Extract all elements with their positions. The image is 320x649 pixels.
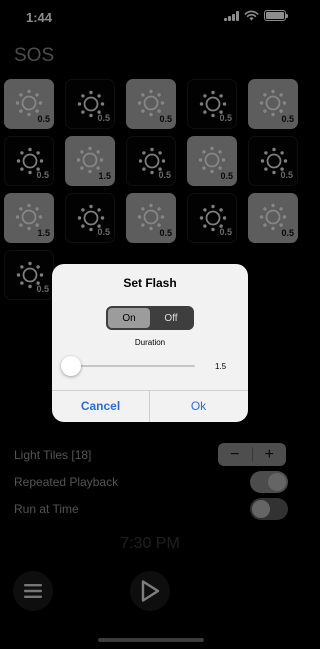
duration-slider-thumb[interactable] [61,356,82,376]
segment-on[interactable]: On [108,308,150,328]
set-flash-dialog: Set Flash On Off Duration 1.5 Cancel Ok [52,264,248,422]
cancel-button[interactable]: Cancel [52,390,149,422]
duration-label: Duration [134,338,166,347]
dialog-title: Set Flash [123,276,177,290]
duration-slider-track[interactable] [62,365,195,367]
ok-button[interactable]: Ok [150,390,247,422]
on-off-segmented-control[interactable]: On Off [106,306,194,330]
duration-value: 1.5 [215,362,227,371]
segment-off[interactable]: Off [150,308,192,328]
